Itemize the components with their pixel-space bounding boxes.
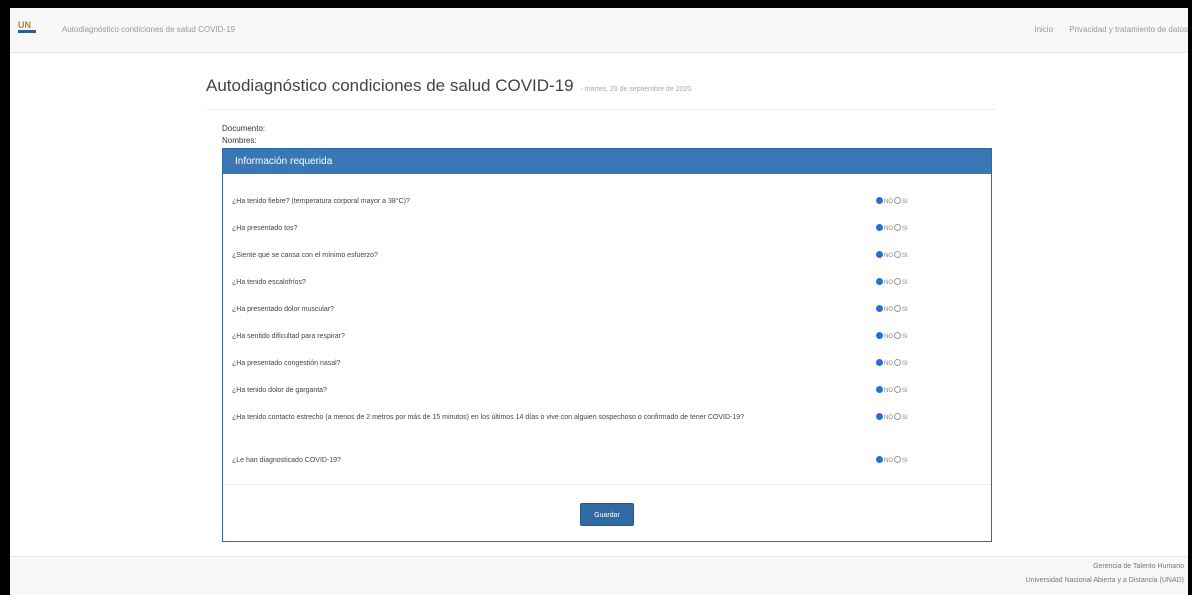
- footer-department: Gerencia de Talento Humano: [1093, 563, 1184, 570]
- radio-no[interactable]: [876, 332, 883, 340]
- unad-logo[interactable]: UN: [18, 21, 36, 37]
- question-text: ¿Le han diagnosticado COVID-19?: [232, 457, 341, 464]
- question-text: ¿Ha tenido escalofríos?: [232, 279, 306, 286]
- radio-no[interactable]: [876, 359, 883, 367]
- radio-no-label[interactable]: NO: [884, 458, 893, 464]
- radio-no-label[interactable]: NO: [884, 253, 893, 259]
- page-title-text: Autodiagnóstico condiciones de salud COV…: [206, 76, 574, 95]
- radio-si[interactable]: [894, 413, 901, 421]
- radio-no[interactable]: [876, 278, 883, 286]
- radio-no-label[interactable]: NO: [884, 334, 893, 340]
- question-text: ¿Siente que se cansa con el mínimo esfue…: [232, 252, 378, 259]
- radio-no[interactable]: [876, 413, 883, 421]
- answer-options: NO SI: [875, 196, 908, 208]
- radio-no[interactable]: [876, 224, 883, 232]
- radio-si[interactable]: [894, 359, 901, 367]
- answer-options: NO SI: [875, 223, 908, 235]
- radio-no-label[interactable]: NO: [884, 280, 893, 286]
- radio-si-label[interactable]: SI: [902, 199, 908, 205]
- navbar: UN Autodiagnóstico condiciones de salud …: [10, 8, 1188, 53]
- answer-options: NO SI: [875, 331, 908, 343]
- radio-si[interactable]: [894, 278, 901, 286]
- radio-si-label[interactable]: SI: [902, 253, 908, 259]
- document-label: Documento:: [222, 124, 266, 133]
- save-button[interactable]: Guardar: [580, 503, 634, 526]
- radio-si-label[interactable]: SI: [902, 415, 908, 421]
- radio-si-label[interactable]: SI: [902, 361, 908, 367]
- page-title: Autodiagnóstico condiciones de salud COV…: [206, 76, 691, 96]
- question-text: ¿Ha presentado tos?: [232, 225, 298, 232]
- answer-options: NO SI: [875, 455, 908, 467]
- radio-si[interactable]: [894, 224, 901, 232]
- radio-si[interactable]: [894, 386, 901, 394]
- page-date: - martes, 29 de septiembre de 2020: [580, 86, 692, 93]
- radio-si-label[interactable]: SI: [902, 458, 908, 464]
- radio-no-label[interactable]: NO: [884, 388, 893, 394]
- radio-no-label[interactable]: NO: [884, 226, 893, 232]
- radio-si-label[interactable]: SI: [902, 280, 908, 286]
- radio-no-label[interactable]: NO: [884, 199, 893, 205]
- answer-options: NO SI: [875, 358, 908, 370]
- radio-si[interactable]: [894, 332, 901, 340]
- navbar-links: Inicio Privacidad y tratamiento de datos: [1020, 25, 1188, 34]
- answer-options: NO SI: [875, 277, 908, 289]
- radio-si-label[interactable]: SI: [902, 334, 908, 340]
- radio-si-label[interactable]: SI: [902, 388, 908, 394]
- browser-page: UN Autodiagnóstico condiciones de salud …: [10, 8, 1188, 595]
- answer-options: NO SI: [875, 412, 908, 424]
- radio-si[interactable]: [894, 456, 901, 464]
- radio-no[interactable]: [876, 456, 883, 464]
- divider: [223, 484, 991, 485]
- divider: [206, 109, 996, 110]
- question-text: ¿Ha presentado congestión nasal?: [232, 360, 341, 367]
- radio-si-label[interactable]: SI: [902, 307, 908, 313]
- navbar-app-title[interactable]: Autodiagnóstico condiciones de salud COV…: [62, 25, 235, 34]
- question-text: ¿Ha sentido dificultad para respirar?: [232, 333, 345, 340]
- radio-si[interactable]: [894, 305, 901, 313]
- question-text: ¿Ha tenido contacto estrecho (a menos de…: [232, 414, 745, 421]
- radio-si[interactable]: [894, 197, 901, 205]
- radio-no[interactable]: [876, 197, 883, 205]
- question-text: ¿Ha tenido fiebre? (temperatura corporal…: [232, 198, 410, 205]
- radio-si-label[interactable]: SI: [902, 226, 908, 232]
- radio-no[interactable]: [876, 305, 883, 313]
- names-label: Nombres:: [222, 136, 257, 145]
- radio-no[interactable]: [876, 251, 883, 259]
- nav-link-inicio[interactable]: Inicio: [1034, 25, 1053, 34]
- answer-options: NO SI: [875, 385, 908, 397]
- radio-no[interactable]: [876, 386, 883, 394]
- answer-options: NO SI: [875, 250, 908, 262]
- nav-link-privacidad[interactable]: Privacidad y tratamiento de datos: [1069, 25, 1188, 34]
- question-text: ¿Ha presentado dolor muscular?: [232, 306, 334, 313]
- radio-no-label[interactable]: NO: [884, 415, 893, 421]
- radio-no-label[interactable]: NO: [884, 307, 893, 313]
- radio-si[interactable]: [894, 251, 901, 259]
- footer: Gerencia de Talento Humano Universidad N…: [10, 556, 1188, 595]
- footer-university: Universidad Nacional Abierta y a Distanc…: [1025, 577, 1184, 584]
- answer-options: NO SI: [875, 304, 908, 316]
- questionnaire-panel: Información requerida ¿Ha tenido fiebre?…: [222, 148, 992, 542]
- panel-heading: Información requerida: [223, 149, 991, 174]
- radio-no-label[interactable]: NO: [884, 361, 893, 367]
- question-text: ¿Ha tenido dolor de garganta?: [232, 387, 327, 394]
